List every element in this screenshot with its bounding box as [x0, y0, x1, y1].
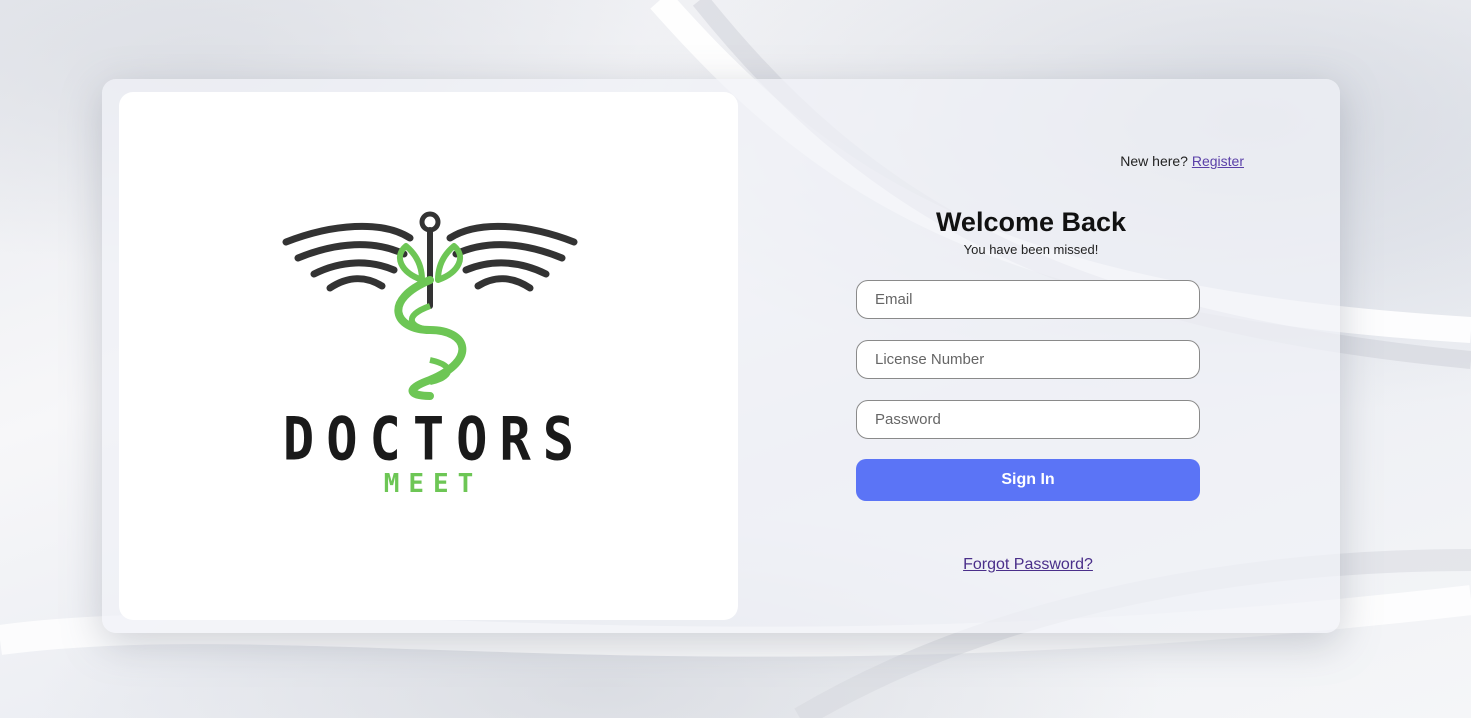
logo-wordmark-doctors: DOCTORS	[282, 405, 587, 475]
license-number-input[interactable]	[856, 340, 1200, 379]
caduceus-logo-icon	[282, 211, 578, 400]
logo-panel: DOCTORS MEET	[119, 92, 738, 620]
sign-in-button[interactable]: Sign In	[856, 459, 1200, 501]
register-prompt: New here? Register	[1120, 153, 1244, 169]
logo-wordmark-meet: MEET	[383, 469, 483, 499]
email-input[interactable]	[856, 280, 1200, 319]
forgot-password-link[interactable]: Forgot Password?	[856, 556, 1200, 574]
login-card: DOCTORS MEET New here? Register Welcome …	[102, 79, 1340, 633]
page-subtitle: You have been missed!	[963, 242, 1099, 257]
register-prompt-text: New here?	[1120, 153, 1188, 169]
page-title: Welcome Back	[935, 207, 1127, 237]
login-form: New here? Register Welcome Back You have…	[856, 79, 1256, 633]
password-input[interactable]	[856, 400, 1200, 439]
register-link[interactable]: Register	[1192, 153, 1244, 169]
